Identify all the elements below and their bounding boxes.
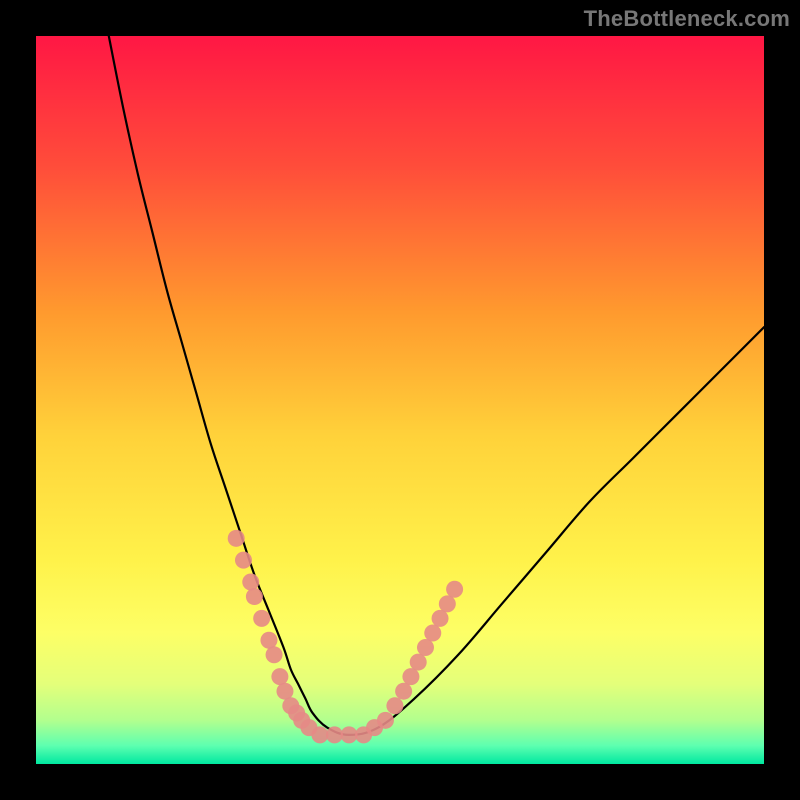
data-marker bbox=[276, 683, 293, 700]
data-marker bbox=[395, 683, 412, 700]
data-marker bbox=[326, 726, 343, 743]
data-marker bbox=[386, 697, 403, 714]
data-marker bbox=[242, 574, 259, 591]
data-marker bbox=[246, 588, 263, 605]
data-marker bbox=[424, 624, 441, 641]
data-marker bbox=[417, 639, 434, 656]
data-marker bbox=[341, 726, 358, 743]
chart-frame: TheBottleneck.com bbox=[0, 0, 800, 800]
data-marker bbox=[402, 668, 419, 685]
data-marker bbox=[377, 712, 394, 729]
marker-group bbox=[228, 530, 463, 744]
data-marker bbox=[432, 610, 449, 627]
data-marker bbox=[228, 530, 245, 547]
data-marker bbox=[253, 610, 270, 627]
data-marker bbox=[260, 632, 277, 649]
data-marker bbox=[410, 654, 427, 671]
curve-layer bbox=[36, 36, 764, 764]
data-marker bbox=[439, 595, 456, 612]
data-marker bbox=[266, 646, 283, 663]
data-marker bbox=[446, 581, 463, 598]
data-marker bbox=[311, 726, 328, 743]
data-marker bbox=[235, 552, 252, 569]
plot-area bbox=[36, 36, 764, 764]
data-marker bbox=[271, 668, 288, 685]
watermark-text: TheBottleneck.com bbox=[584, 6, 790, 32]
